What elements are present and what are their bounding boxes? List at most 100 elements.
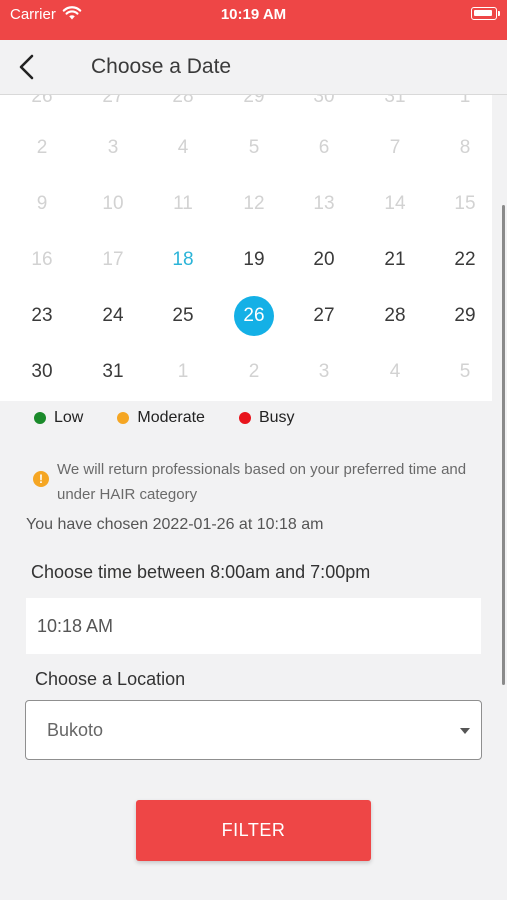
legend-dot-icon	[34, 412, 46, 424]
calendar-day: 2	[219, 344, 289, 400]
calendar-day-label: 7	[389, 137, 401, 158]
calendar-day-label: 12	[243, 193, 265, 214]
calendar-day-label: 30	[31, 361, 53, 382]
location-select[interactable]: Bukoto	[25, 700, 482, 760]
calendar-day[interactable]: 30	[7, 344, 77, 400]
calendar-day-label: 11	[173, 193, 193, 214]
calendar-day-label: 30	[313, 95, 335, 107]
calendar-day-label: 6	[318, 137, 330, 158]
calendar-day-label: 29	[454, 305, 476, 326]
calendar-day: 6	[289, 120, 359, 176]
calendar-day[interactable]: 28	[360, 288, 430, 344]
legend-label: Moderate	[137, 409, 205, 426]
calendar-day: 5	[430, 344, 492, 400]
caret-down-icon	[460, 728, 470, 734]
scrollbar[interactable]	[502, 205, 505, 685]
calendar-day[interactable]: 18	[148, 232, 218, 288]
calendar-day-label: 9	[36, 193, 48, 214]
calendar-week: 30 31 1 2 3 4 5	[0, 344, 492, 400]
info-note: ! We will return professionals based on …	[33, 457, 483, 507]
calendar-day-label: 1	[177, 361, 189, 382]
calendar-day: 3	[78, 120, 148, 176]
calendar-day[interactable]: 20	[289, 232, 359, 288]
calendar-day-label: 25	[172, 305, 194, 326]
calendar-day: 4	[360, 344, 430, 400]
calendar-day[interactable]: 22	[430, 232, 492, 288]
calendar-day-label: 22	[454, 249, 476, 270]
calendar-day: 4	[148, 120, 218, 176]
chosen-date-text: You have chosen 2022-01-26 at 10:18 am	[26, 516, 324, 533]
calendar-day-label: 26	[31, 95, 53, 107]
calendar-day-label: 14	[384, 193, 406, 214]
calendar-day-label: 17	[102, 249, 124, 270]
calendar-day[interactable]: 27	[289, 288, 359, 344]
calendar-day-label: 24	[102, 305, 124, 326]
calendar-day-label: 2	[248, 361, 260, 382]
location-select-value: Bukoto	[47, 720, 104, 740]
calendar-day: 3	[289, 344, 359, 400]
calendar-day: 14	[360, 176, 430, 232]
legend-dot-icon	[238, 412, 251, 424]
calendar-day[interactable]: 31	[78, 344, 148, 400]
calendar-day-label: 13	[313, 193, 335, 214]
calendar-day-label: 18	[172, 249, 194, 270]
calendar-day-label: 4	[177, 137, 189, 158]
back-arrow-icon[interactable]	[12, 52, 42, 82]
info-text: We will return professionals based on yo…	[57, 461, 467, 503]
calendar-day-label: 26	[234, 296, 274, 336]
calendar-day: 13	[289, 176, 359, 232]
calendar-day[interactable]: 24	[78, 288, 148, 344]
calendar-day: 11	[148, 176, 218, 232]
calendar-day-label: 28	[172, 95, 194, 107]
status-time: 10:19 AM	[220, 6, 287, 23]
calendar-day-label: 1	[459, 95, 471, 107]
legend-item: Low	[34, 409, 83, 427]
location-label: Choose a Location	[35, 669, 186, 689]
availability-legend: Low Moderate Busy	[34, 409, 329, 427]
calendar-day[interactable]: 21	[360, 232, 430, 288]
time-label: Choose time between 8:00am and 7:00pm	[31, 562, 371, 582]
calendar-day-label: 19	[243, 249, 265, 270]
calendar-day-label: 5	[459, 361, 471, 382]
calendar-day-label: 31	[384, 95, 406, 107]
calendar-day: 10	[78, 176, 148, 232]
calendar-day-selected[interactable]: 26	[219, 288, 289, 344]
calendar-day[interactable]: 29	[430, 288, 492, 344]
calendar-day-label: 8	[459, 137, 471, 158]
calendar-day-label: 3	[107, 137, 119, 158]
calendar-week: 9 10 11 12 13 14 15	[0, 176, 492, 232]
filter-button[interactable]: FILTER	[136, 800, 371, 861]
calendar-day: 7	[360, 120, 430, 176]
calendar-day-label: 27	[102, 95, 124, 107]
calendar-day-label: 21	[384, 249, 406, 270]
calendar-day-label: 4	[389, 361, 401, 382]
calendar-day-label: 28	[384, 305, 406, 326]
calendar-day-label: 20	[313, 249, 335, 270]
calendar-day-label: 3	[318, 361, 330, 382]
legend-label: Low	[54, 409, 84, 426]
calendar-day: 1	[148, 344, 218, 400]
calendar-day[interactable]: 19	[219, 232, 289, 288]
info-icon: !	[33, 471, 49, 487]
calendar-day: 12	[219, 176, 289, 232]
calendar-day-label: 5	[248, 137, 260, 158]
legend-label: Busy	[258, 409, 295, 426]
calendar-day-label: 16	[31, 249, 53, 270]
calendar-grid: 26 27 28 29 30 31 1 2 3 4 5 6 7 8 9 10 11 12 13 14 15 16 17 18 1…	[0, 95, 492, 401]
calendar-day-label: 27	[313, 305, 335, 326]
calendar-day: 15	[430, 176, 492, 232]
calendar-day: 8	[430, 120, 492, 176]
calendar-day: 5	[219, 120, 289, 176]
calendar-day-label: 23	[31, 305, 53, 326]
calendar-day: 16	[7, 232, 77, 288]
calendar-day-label: 31	[102, 361, 124, 382]
calendar-day[interactable]: 23	[7, 288, 77, 344]
time-input[interactable]	[26, 598, 481, 654]
calendar-day: 9	[7, 176, 77, 232]
calendar-day[interactable]: 25	[148, 288, 218, 344]
legend-item: Busy	[238, 409, 295, 427]
nav-bar: Choose a Date	[0, 40, 507, 95]
calendar-day: 17	[78, 232, 148, 288]
legend-item: Moderate	[117, 409, 205, 427]
page-title: Choose a Date	[91, 55, 232, 78]
